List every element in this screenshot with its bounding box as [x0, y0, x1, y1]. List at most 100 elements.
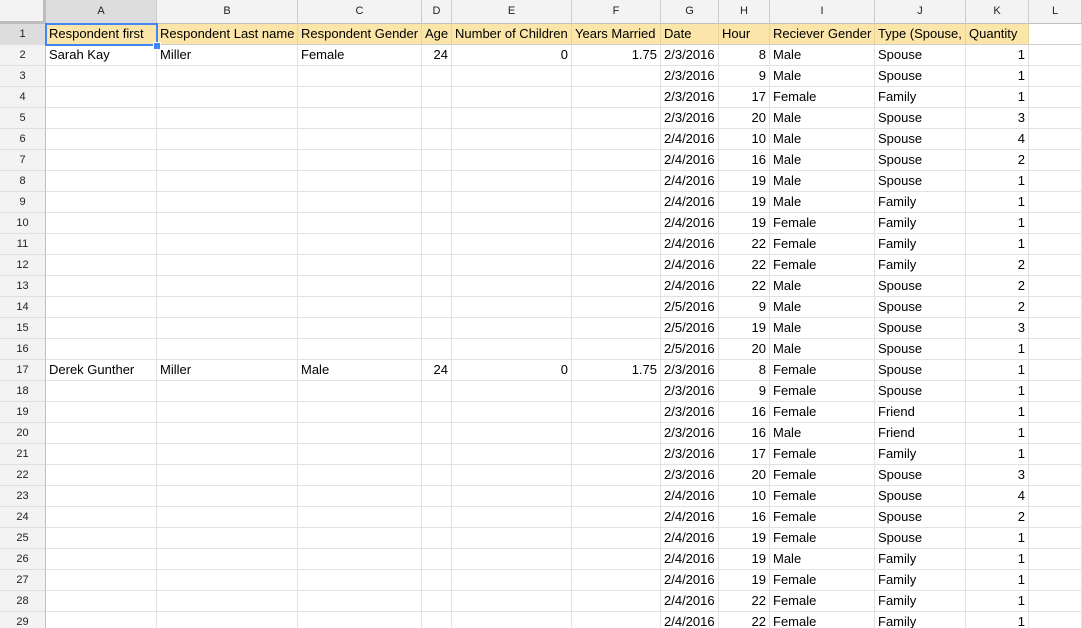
cell-years-married[interactable] — [572, 339, 661, 360]
cell-age[interactable] — [422, 381, 452, 402]
cell-number-of-children[interactable] — [452, 66, 572, 87]
cell-respondent-gender[interactable] — [298, 129, 422, 150]
cell-respondent-first[interactable] — [46, 486, 157, 507]
cell-quantity[interactable]: 4 — [966, 129, 1029, 150]
cell-age[interactable] — [422, 192, 452, 213]
cell-years-married[interactable] — [572, 591, 661, 612]
cell-empty[interactable] — [1029, 87, 1082, 108]
cell-type[interactable]: Friend — [875, 402, 966, 423]
cell-age[interactable] — [422, 549, 452, 570]
cell-date[interactable]: 2/4/2016 — [661, 591, 719, 612]
cell-hour[interactable]: 19 — [719, 318, 770, 339]
cell-type[interactable]: Spouse — [875, 486, 966, 507]
cell-years-married[interactable] — [572, 255, 661, 276]
header-cell-respondent-gender[interactable]: Respondent Gender — [298, 24, 422, 45]
cell-receiver-gender[interactable]: Female — [770, 234, 875, 255]
cell-respondent-gender[interactable] — [298, 150, 422, 171]
cell-receiver-gender[interactable]: Male — [770, 45, 875, 66]
cell-respondent-first[interactable] — [46, 318, 157, 339]
cell-type[interactable]: Spouse — [875, 276, 966, 297]
column-header-j[interactable]: J — [875, 0, 966, 24]
cell-date[interactable]: 2/5/2016 — [661, 297, 719, 318]
cell-years-married[interactable] — [572, 192, 661, 213]
cell-respondent-gender[interactable] — [298, 318, 422, 339]
cell-number-of-children[interactable] — [452, 528, 572, 549]
cell-date[interactable]: 2/4/2016 — [661, 234, 719, 255]
cell-number-of-children[interactable] — [452, 465, 572, 486]
cell-receiver-gender[interactable]: Male — [770, 171, 875, 192]
cell-type[interactable]: Spouse — [875, 150, 966, 171]
cell-hour[interactable]: 22 — [719, 255, 770, 276]
cell-quantity[interactable]: 1 — [966, 192, 1029, 213]
cell-respondent-last-name[interactable] — [157, 423, 298, 444]
cell-age[interactable] — [422, 486, 452, 507]
column-header-d[interactable]: D — [422, 0, 452, 24]
cell-type[interactable]: Spouse — [875, 129, 966, 150]
cell-respondent-last-name[interactable] — [157, 549, 298, 570]
cell-respondent-gender[interactable] — [298, 423, 422, 444]
cell-quantity[interactable]: 1 — [966, 87, 1029, 108]
cell-quantity[interactable]: 1 — [966, 171, 1029, 192]
cell-date[interactable]: 2/4/2016 — [661, 507, 719, 528]
cell-quantity[interactable]: 1 — [966, 549, 1029, 570]
cell-respondent-gender[interactable] — [298, 171, 422, 192]
cell-years-married[interactable] — [572, 87, 661, 108]
cell-date[interactable]: 2/4/2016 — [661, 612, 719, 628]
cell-date[interactable]: 2/4/2016 — [661, 213, 719, 234]
cell-quantity[interactable]: 1 — [966, 213, 1029, 234]
cell-quantity[interactable]: 1 — [966, 360, 1029, 381]
cell-type[interactable]: Family — [875, 549, 966, 570]
header-cell-receiver-gender[interactable]: Reciever Gender — [770, 24, 875, 45]
cell-type[interactable]: Family — [875, 87, 966, 108]
cell-date[interactable]: 2/4/2016 — [661, 486, 719, 507]
cell-receiver-gender[interactable]: Female — [770, 444, 875, 465]
cell-years-married[interactable] — [572, 612, 661, 628]
cell-years-married[interactable]: 1.75 — [572, 360, 661, 381]
cell-respondent-first[interactable] — [46, 507, 157, 528]
cell-hour[interactable]: 8 — [719, 360, 770, 381]
cell-number-of-children[interactable] — [452, 423, 572, 444]
cell-receiver-gender[interactable]: Female — [770, 507, 875, 528]
cell-date[interactable]: 2/4/2016 — [661, 150, 719, 171]
cell-number-of-children[interactable]: 0 — [452, 360, 572, 381]
cell-respondent-gender[interactable] — [298, 570, 422, 591]
cell-hour[interactable]: 19 — [719, 570, 770, 591]
cell-respondent-gender[interactable] — [298, 213, 422, 234]
cell-respondent-last-name[interactable] — [157, 570, 298, 591]
cell-age[interactable] — [422, 297, 452, 318]
cell-respondent-last-name[interactable] — [157, 150, 298, 171]
cell-respondent-first[interactable] — [46, 570, 157, 591]
cell-hour[interactable]: 19 — [719, 192, 770, 213]
cell-respondent-gender[interactable] — [298, 339, 422, 360]
cell-hour[interactable]: 8 — [719, 45, 770, 66]
cell-respondent-first[interactable] — [46, 150, 157, 171]
cell-respondent-gender[interactable] — [298, 444, 422, 465]
cell-hour[interactable]: 19 — [719, 213, 770, 234]
cell-respondent-gender[interactable] — [298, 108, 422, 129]
cell-empty[interactable] — [1029, 507, 1082, 528]
cell-date[interactable]: 2/3/2016 — [661, 108, 719, 129]
header-cell-respondent-first[interactable]: Respondent first — [46, 24, 157, 45]
column-header-i[interactable]: I — [770, 0, 875, 24]
cell-receiver-gender[interactable]: Male — [770, 192, 875, 213]
cell-years-married[interactable] — [572, 486, 661, 507]
cell-quantity[interactable]: 1 — [966, 66, 1029, 87]
cell-receiver-gender[interactable]: Male — [770, 276, 875, 297]
cell-age[interactable]: 24 — [422, 45, 452, 66]
cell-hour[interactable]: 19 — [719, 171, 770, 192]
cell-number-of-children[interactable] — [452, 339, 572, 360]
cell-empty[interactable] — [1029, 171, 1082, 192]
cell-receiver-gender[interactable]: Male — [770, 549, 875, 570]
cell-hour[interactable]: 22 — [719, 276, 770, 297]
cell-respondent-gender[interactable] — [298, 276, 422, 297]
cell-receiver-gender[interactable]: Female — [770, 255, 875, 276]
cell-receiver-gender[interactable]: Male — [770, 150, 875, 171]
cell-number-of-children[interactable] — [452, 402, 572, 423]
cell-years-married[interactable] — [572, 402, 661, 423]
cell-empty[interactable] — [1029, 570, 1082, 591]
cell-type[interactable]: Family — [875, 444, 966, 465]
cell-number-of-children[interactable] — [452, 297, 572, 318]
cell-respondent-last-name[interactable] — [157, 192, 298, 213]
column-header-e[interactable]: E — [452, 0, 572, 24]
cell-respondent-gender[interactable] — [298, 402, 422, 423]
